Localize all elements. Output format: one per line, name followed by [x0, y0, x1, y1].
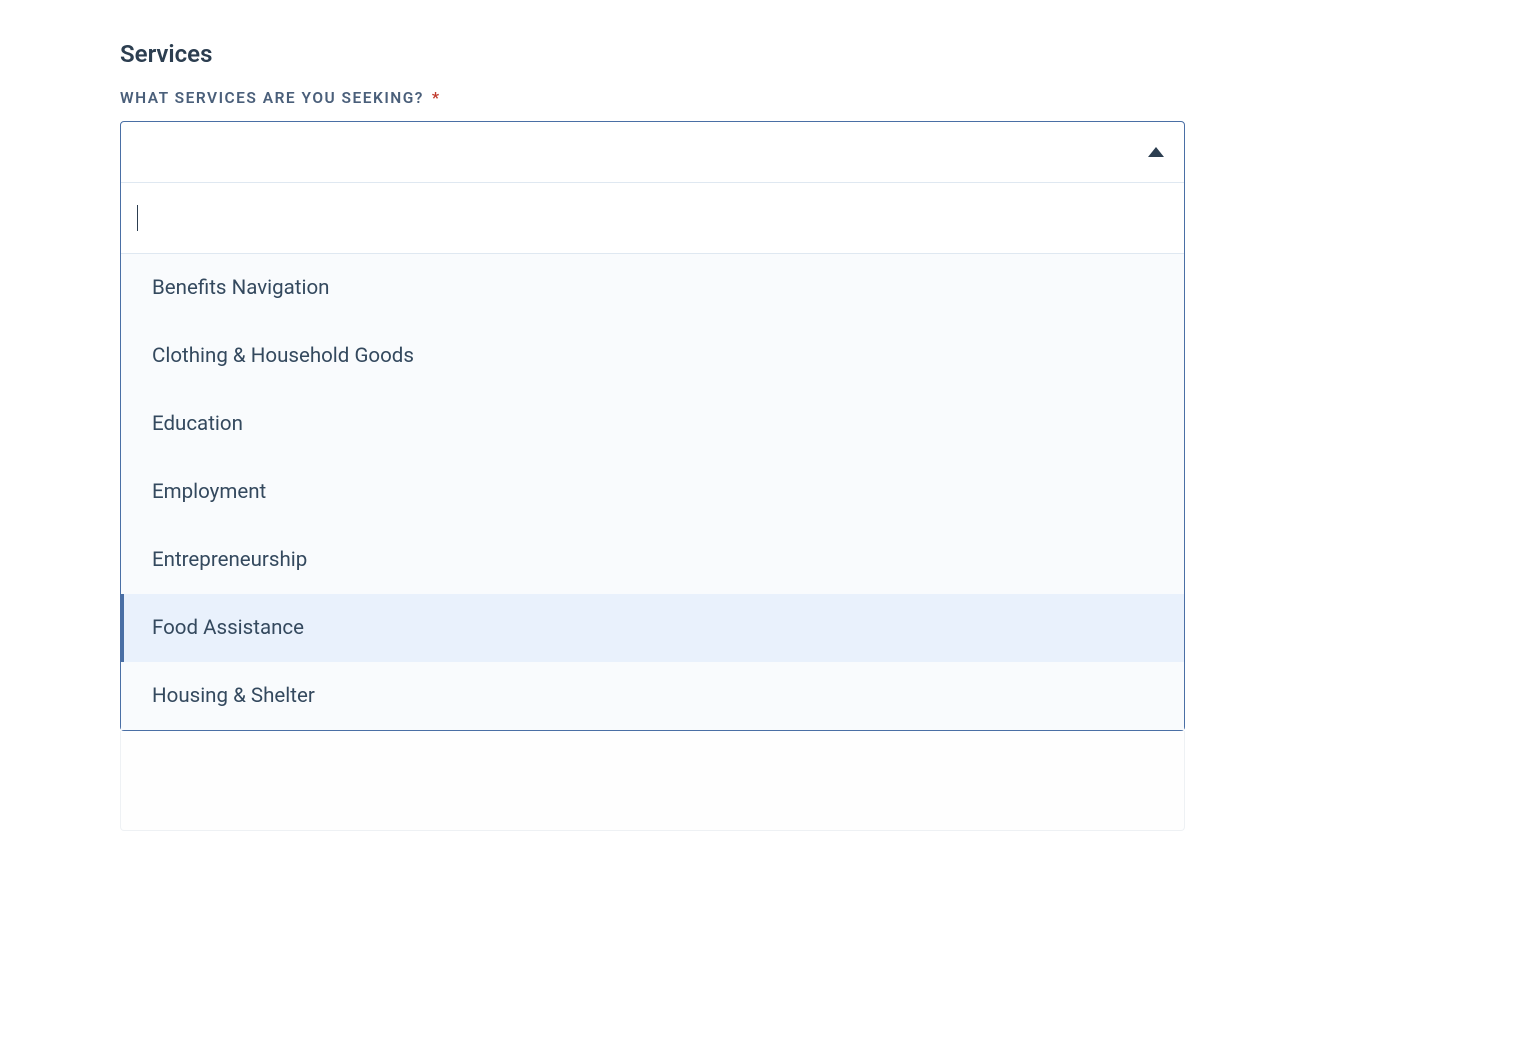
- option-item[interactable]: Entrepreneurship: [121, 526, 1184, 594]
- required-asterisk: *: [432, 88, 439, 107]
- section-title: Services: [120, 40, 1185, 68]
- field-label-row: WHAT SERVICES ARE YOU SEEKING? *: [120, 88, 1185, 107]
- option-item[interactable]: Food Assistance: [121, 594, 1184, 662]
- select-search-row: [121, 182, 1184, 254]
- option-item[interactable]: Employment: [121, 458, 1184, 526]
- form-panel-remainder: [120, 731, 1185, 831]
- caret-up-icon: [1148, 147, 1164, 157]
- services-form-section: Services WHAT SERVICES ARE YOU SEEKING? …: [120, 40, 1185, 831]
- select-search-input[interactable]: [135, 183, 1170, 253]
- option-item[interactable]: Education: [121, 390, 1184, 458]
- field-label: WHAT SERVICES ARE YOU SEEKING?: [120, 89, 424, 107]
- select-display-row[interactable]: [121, 122, 1184, 182]
- options-list: Benefits NavigationClothing & Household …: [121, 254, 1184, 730]
- text-cursor: [137, 205, 138, 231]
- services-select[interactable]: Benefits NavigationClothing & Household …: [120, 121, 1185, 731]
- option-item[interactable]: Clothing & Household Goods: [121, 322, 1184, 390]
- option-item[interactable]: Benefits Navigation: [121, 254, 1184, 322]
- option-item[interactable]: Housing & Shelter: [121, 662, 1184, 730]
